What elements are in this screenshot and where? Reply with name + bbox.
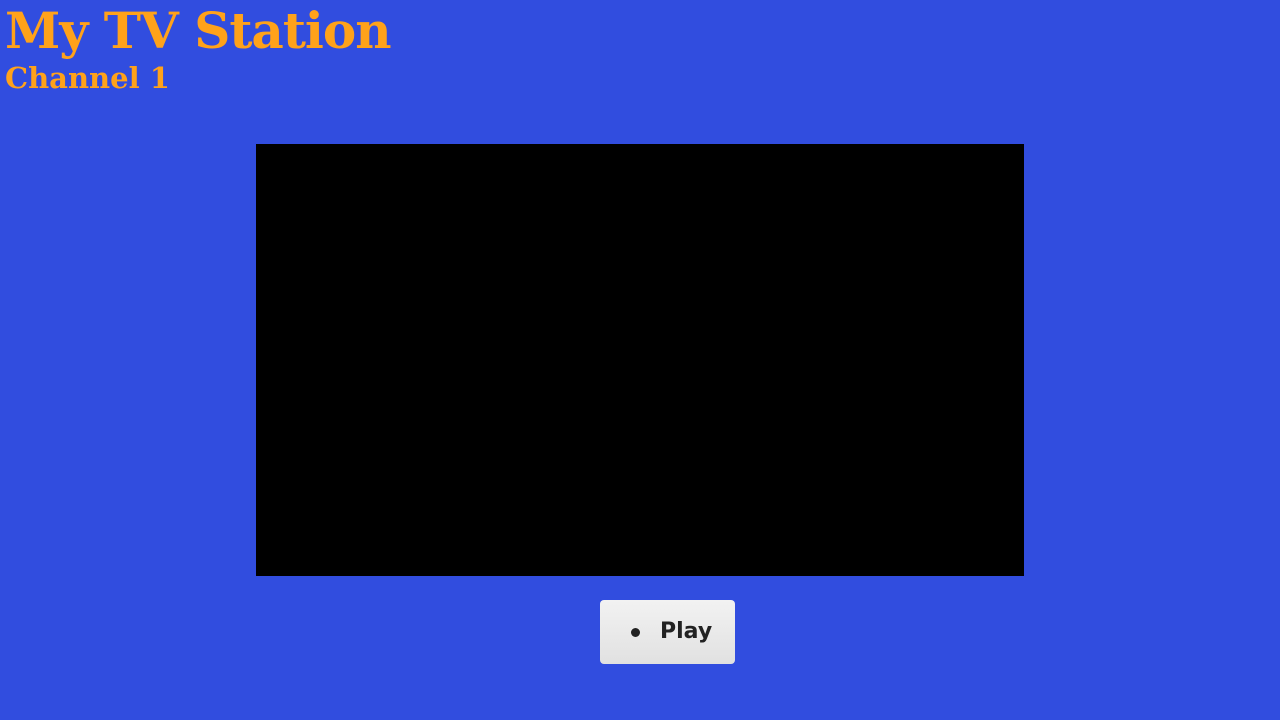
station-title: My TV Station [5, 1, 392, 60]
play-button[interactable]: Play [600, 600, 735, 664]
video-screen[interactable] [256, 144, 1024, 576]
channel-label: Channel 1 [5, 61, 170, 95]
play-button-label: Play [660, 619, 713, 644]
bullet-icon [631, 627, 640, 637]
